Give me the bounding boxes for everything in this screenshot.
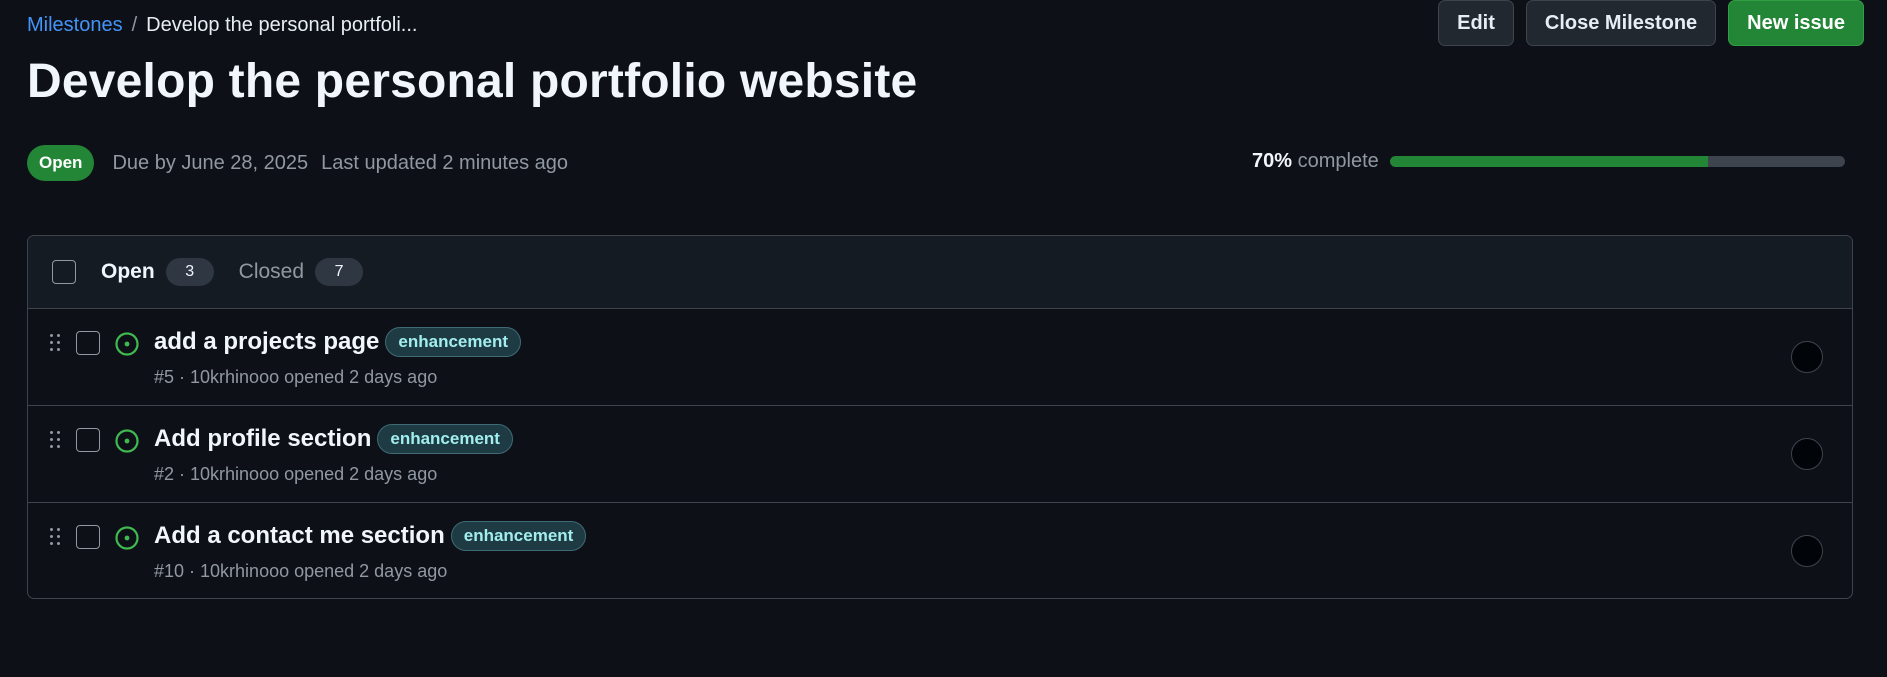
grabber-icon[interactable] bbox=[50, 334, 60, 352]
breadcrumb-separator: / bbox=[131, 14, 138, 36]
select-all-checkbox[interactable] bbox=[52, 260, 76, 284]
issue-meta: #2 · 10krhinooo opened 2 days ago bbox=[154, 464, 438, 484]
issue-title-link[interactable]: Add a contact me section bbox=[154, 522, 445, 550]
assignee-avatar[interactable] bbox=[1791, 438, 1823, 470]
grabber-icon[interactable] bbox=[50, 431, 60, 449]
breadcrumb-current: Develop the personal portfoli... bbox=[146, 14, 418, 36]
breadcrumb: Milestones / Develop the personal portfo… bbox=[27, 12, 417, 38]
list-item: Add a contact me section enhancement #10… bbox=[28, 503, 1852, 598]
edit-button[interactable]: Edit bbox=[1438, 0, 1514, 46]
tab-closed[interactable]: Closed 7 bbox=[238, 258, 364, 286]
issue-title-row: Add a contact me section enhancement bbox=[154, 521, 587, 551]
status-badge: Open bbox=[27, 145, 95, 181]
progress-bar-fill bbox=[1389, 156, 1709, 167]
milestone-progress: 70% complete bbox=[1252, 150, 1845, 173]
close-milestone-button[interactable]: Close Milestone bbox=[1525, 0, 1717, 46]
issue-label[interactable]: enhancement bbox=[450, 521, 587, 551]
issue-checkbox[interactable] bbox=[76, 525, 100, 549]
issue-list: Open 3 Closed 7 add a projects page enha… bbox=[27, 235, 1853, 599]
issue-label[interactable]: enhancement bbox=[385, 327, 521, 357]
due-date: Due by June 28, 2025 bbox=[112, 151, 309, 174]
issue-checkbox[interactable] bbox=[76, 331, 100, 355]
assignee-avatar[interactable] bbox=[1791, 341, 1823, 373]
new-issue-button[interactable]: New issue bbox=[1728, 0, 1864, 46]
list-item: Add profile section enhancement #2 · 10k… bbox=[28, 406, 1852, 503]
progress-text: 70% complete bbox=[1252, 150, 1379, 173]
milestone-actions: Edit Close Milestone New issue bbox=[1438, 0, 1864, 46]
issue-list-header: Open 3 Closed 7 bbox=[28, 236, 1852, 309]
tab-closed-label: Closed bbox=[238, 260, 305, 283]
milestone-meta: Open Due by June 28, 2025 Last updated 2… bbox=[27, 145, 568, 181]
grabber-icon[interactable] bbox=[50, 528, 60, 546]
tab-open-label: Open bbox=[101, 260, 155, 283]
milestone-page: Milestones / Develop the personal portfo… bbox=[0, 0, 1887, 677]
progress-bar bbox=[1389, 156, 1845, 167]
last-updated: Last updated 2 minutes ago bbox=[321, 151, 569, 174]
issue-opened-icon bbox=[115, 332, 139, 356]
issue-title-row: Add profile section enhancement bbox=[154, 424, 513, 454]
issue-title-link[interactable]: Add profile section bbox=[154, 425, 371, 453]
closed-count: 7 bbox=[315, 258, 364, 286]
list-item: add a projects page enhancement #5 · 10k… bbox=[28, 309, 1852, 406]
progress-percent: 70% bbox=[1252, 150, 1293, 172]
breadcrumb-milestones-link[interactable]: Milestones bbox=[27, 12, 123, 38]
issue-opened-icon bbox=[115, 526, 139, 550]
issue-title-row: add a projects page enhancement bbox=[154, 327, 521, 357]
assignee-avatar[interactable] bbox=[1791, 535, 1823, 567]
page-title: Develop the personal portfolio website bbox=[27, 55, 918, 108]
issue-meta: #5 · 10krhinooo opened 2 days ago bbox=[154, 367, 438, 387]
open-count: 3 bbox=[165, 258, 214, 286]
issue-meta: #10 · 10krhinooo opened 2 days ago bbox=[154, 561, 448, 581]
issue-checkbox[interactable] bbox=[76, 428, 100, 452]
issue-opened-icon bbox=[115, 429, 139, 453]
issue-title-link[interactable]: add a projects page bbox=[154, 328, 379, 356]
progress-complete-label: complete bbox=[1297, 150, 1379, 172]
tab-open[interactable]: Open 3 bbox=[101, 258, 214, 286]
issue-label[interactable]: enhancement bbox=[377, 424, 513, 454]
